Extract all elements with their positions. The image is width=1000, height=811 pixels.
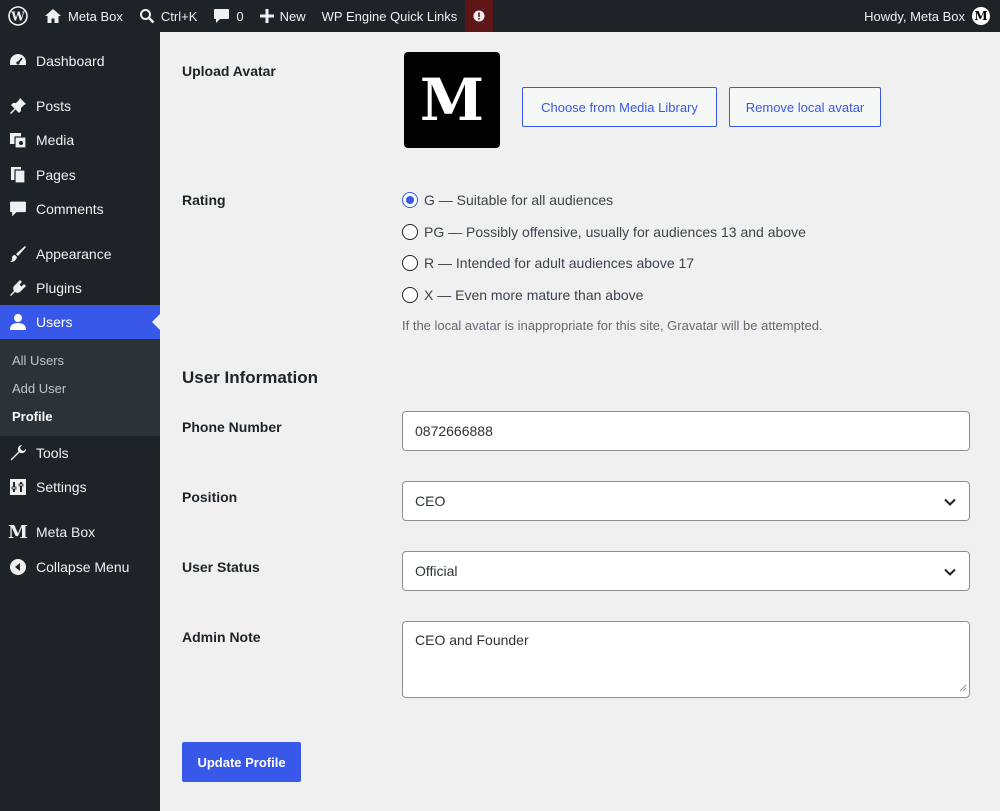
submenu-add-user[interactable]: Add User: [12, 381, 66, 396]
menu-label: Pages: [36, 167, 76, 183]
dashboard-icon: [0, 52, 36, 70]
menu-label: Dashboard: [36, 53, 105, 69]
radio-button[interactable]: [402, 192, 418, 208]
rating-label: Rating: [182, 192, 226, 208]
alert-icon[interactable]: [465, 0, 494, 32]
menu-label: Collapse Menu: [36, 559, 130, 575]
menu-item-dashboard[interactable]: Dashboard: [0, 44, 160, 78]
menu-label: Meta Box: [36, 524, 96, 540]
submenu-profile[interactable]: Profile: [12, 409, 52, 424]
menu-item-appearance[interactable]: Appearance: [0, 237, 160, 271]
menu-item-users[interactable]: Users: [0, 305, 160, 339]
menu-item-meta-box[interactable]: M Meta Box: [0, 515, 160, 549]
update-profile-button[interactable]: Update Profile: [182, 742, 301, 782]
radio-button[interactable]: [402, 255, 418, 271]
menu-label: Plugins: [36, 280, 82, 296]
profile-form: Upload Avatar M Choose from Media Librar…: [160, 32, 1000, 811]
admin-note-label: Admin Note: [182, 629, 261, 645]
rating-description: If the local avatar is inappropriate for…: [402, 318, 823, 333]
pages-icon: [0, 166, 36, 184]
phone-number-input[interactable]: 0872666888: [402, 411, 970, 451]
pin-icon: [0, 97, 36, 115]
menu-label: Appearance: [36, 246, 112, 262]
user-information-heading: User Information: [182, 368, 319, 387]
wp-engine-quick-links[interactable]: WP Engine Quick Links: [314, 0, 466, 32]
comments-count: 0: [236, 8, 244, 24]
quick-links-label: WP Engine Quick Links: [321, 8, 458, 24]
resize-handle-icon[interactable]: [959, 679, 967, 695]
menu-item-posts[interactable]: Posts: [0, 89, 160, 123]
brush-icon: [0, 245, 36, 263]
search-shortcut-label: Ctrl+K: [160, 8, 198, 24]
plug-icon: [0, 279, 36, 297]
menu-item-tools[interactable]: Tools: [0, 436, 160, 470]
menu-label: Posts: [36, 98, 72, 114]
position-label: Position: [182, 489, 238, 505]
users-submenu: All Users Add User Profile: [0, 339, 160, 436]
radio-button[interactable]: [402, 287, 418, 303]
site-name-label: Meta Box: [68, 8, 123, 24]
chevron-down-icon: [943, 565, 957, 582]
user-icon: [0, 313, 36, 331]
svg-text:W: W: [10, 10, 25, 24]
site-name-link[interactable]: Meta Box: [36, 0, 131, 32]
upload-avatar-label: Upload Avatar: [182, 63, 276, 79]
menu-label: Users: [36, 314, 73, 330]
my-account-menu[interactable]: Howdy, Meta Box M: [856, 0, 1000, 32]
submenu-all-users[interactable]: All Users: [12, 353, 64, 368]
menu-label: Settings: [36, 479, 87, 495]
comment-icon: [0, 200, 36, 218]
position-select[interactable]: CEO: [402, 481, 970, 521]
rating-option-x[interactable]: X — Even more mature than above: [402, 287, 643, 303]
chevron-down-icon: [943, 495, 957, 512]
menu-label: Tools: [36, 445, 69, 461]
command-search-button[interactable]: Ctrl+K: [131, 0, 205, 32]
menu-item-comments[interactable]: Comments: [0, 192, 160, 226]
avatar: M: [972, 7, 990, 25]
menu-item-settings[interactable]: Settings: [0, 470, 160, 504]
search-icon: [139, 8, 155, 24]
collapse-icon: [0, 558, 36, 576]
phone-number-label: Phone Number: [182, 419, 282, 435]
settings-icon: [0, 478, 36, 496]
menu-label: Comments: [36, 201, 104, 217]
comments-link[interactable]: 0: [205, 0, 251, 32]
new-label: New: [279, 8, 306, 24]
wordpress-logo-icon[interactable]: W: [0, 0, 36, 32]
avatar-preview: M: [404, 52, 500, 148]
media-icon: [0, 131, 36, 149]
remove-local-avatar-button[interactable]: Remove local avatar: [729, 87, 881, 127]
menu-item-plugins[interactable]: Plugins: [0, 271, 160, 305]
menu-item-media[interactable]: Media: [0, 123, 160, 157]
comment-icon: [213, 8, 230, 24]
wrench-icon: [0, 444, 36, 462]
radio-button[interactable]: [402, 224, 418, 240]
plus-icon: [259, 9, 274, 23]
rating-option-r[interactable]: R — Intended for adult audiences above 1…: [402, 255, 694, 271]
choose-from-media-library-button[interactable]: Choose from Media Library: [522, 87, 717, 127]
admin-bar: W Meta Box Ctrl+K 0 New WP Engine Quick …: [0, 0, 1000, 32]
menu-label: Media: [36, 132, 75, 148]
admin-note-textarea[interactable]: CEO and Founder: [402, 621, 970, 698]
menu-item-pages[interactable]: Pages: [0, 158, 160, 192]
greeting-label: Howdy, Meta Box: [864, 8, 965, 24]
collapse-menu-button[interactable]: Collapse Menu: [0, 550, 160, 584]
new-content-link[interactable]: New: [252, 0, 314, 32]
home-icon: [44, 8, 62, 24]
user-status-label: User Status: [182, 559, 260, 575]
user-status-select[interactable]: Official: [402, 551, 970, 591]
metabox-logo-icon: M: [8, 521, 28, 543]
admin-menu: Dashboard Posts Media Pages Comments App…: [0, 32, 160, 811]
rating-option-g[interactable]: G — Suitable for all audiences: [402, 192, 613, 208]
rating-option-pg[interactable]: PG — Possibly offensive, usually for aud…: [402, 224, 806, 240]
